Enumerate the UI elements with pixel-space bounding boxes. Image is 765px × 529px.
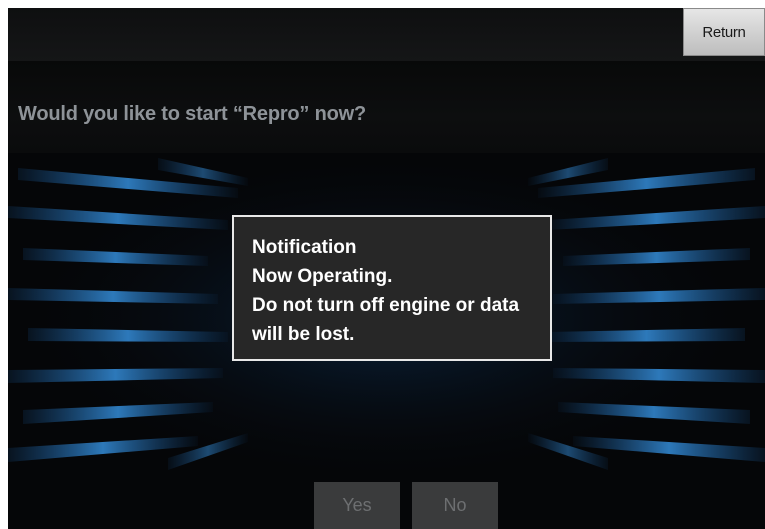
dialog-title: Notification (252, 237, 357, 258)
no-button[interactable]: No (412, 482, 498, 529)
dialog-line-1: Now Operating. (252, 266, 393, 287)
notification-dialog: Notification Now Operating. Do not turn … (232, 215, 552, 361)
dialog-line-2: Do not turn off engine or data (252, 295, 520, 316)
return-button[interactable]: Return (683, 8, 765, 56)
start-repro-question: Would you like to start “Repro” now? (18, 103, 366, 125)
yes-button[interactable]: Yes (314, 482, 400, 529)
top-bar (8, 8, 765, 61)
dialog-line-3: will be lost. (252, 324, 355, 345)
repro-screen: Return Would you like to start “Repro” n… (8, 8, 765, 529)
